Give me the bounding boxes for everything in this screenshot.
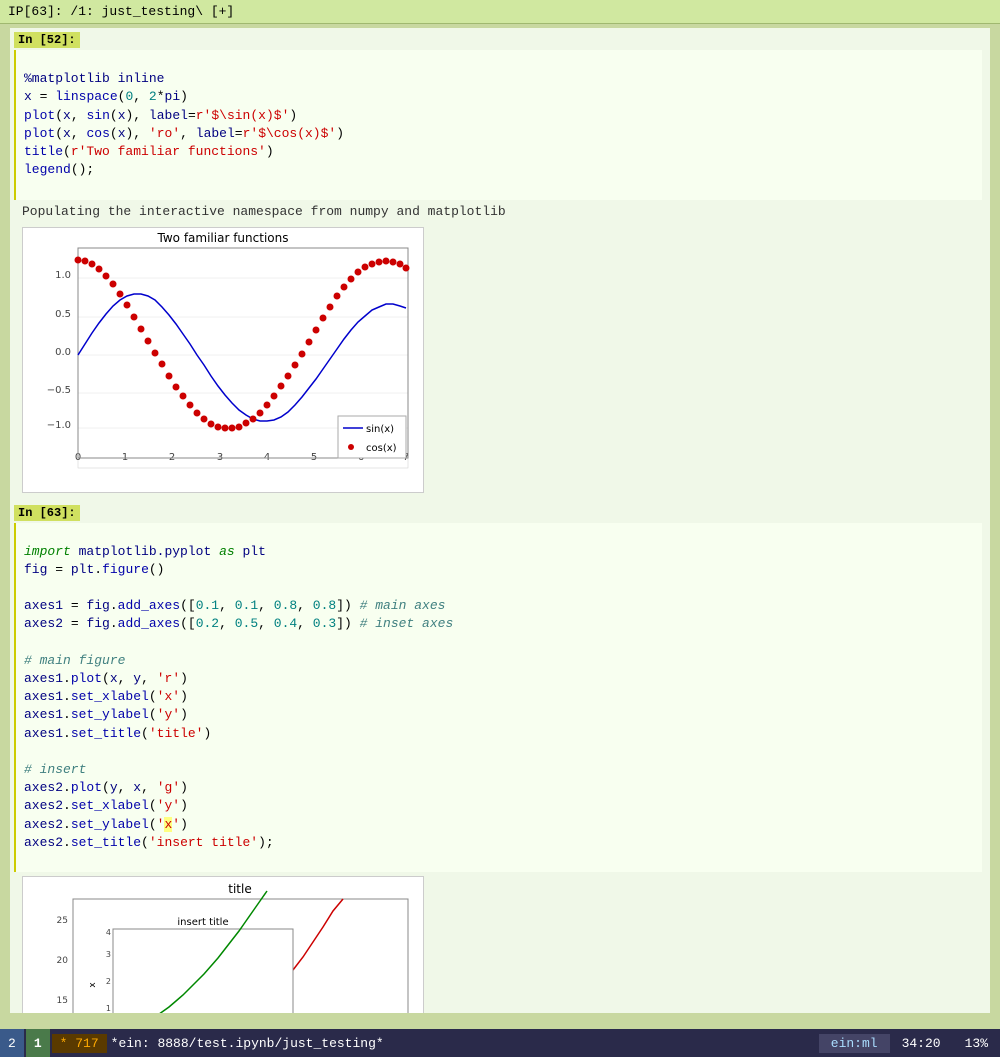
plot2-inset-title: insert title [177, 917, 228, 928]
plot2-main-title: title [228, 882, 251, 896]
svg-text:x: x [88, 982, 98, 988]
status-modified-star: * [60, 1036, 76, 1051]
title-text: IP[63]: /1: just_testing\ [+] [8, 4, 234, 19]
cell-52-output-text: Populating the interactive namespace fro… [22, 204, 506, 219]
svg-text:1: 1 [106, 1004, 111, 1013]
svg-text:0.5: 0.5 [55, 309, 71, 320]
status-percent: 13% [953, 1034, 1000, 1053]
status-position: 34:20 [890, 1034, 953, 1053]
status-filename: *ein: 8888/test.ipynb/just_testing* [111, 1036, 819, 1051]
svg-text:−0.5: −0.5 [47, 385, 71, 396]
svg-text:−1.0: −1.0 [47, 420, 71, 431]
plot2-container: title y x 0 5 10 15 20 25 0 1 2 3 4 5 [22, 876, 424, 1013]
title-bar: IP[63]: /1: just_testing\ [+] [0, 0, 1000, 24]
cell-52: In [52]: %matplotlib inline x = linspace… [10, 28, 990, 501]
status-cell-num: 1 [26, 1029, 50, 1057]
svg-text:20: 20 [57, 956, 69, 966]
plot1-svg: Two familiar functions −1.0 −0.5 0.0 0.5… [23, 228, 423, 488]
plot1-title: Two familiar functions [157, 231, 289, 245]
cell-63-label[interactable]: In [63]: [14, 505, 80, 521]
legend-cos-label: cos(x) [366, 443, 397, 454]
svg-text:0.0: 0.0 [55, 347, 71, 358]
cell-52-output: Populating the interactive namespace fro… [14, 200, 982, 223]
svg-text:15: 15 [57, 996, 68, 1006]
svg-text:2: 2 [106, 977, 111, 986]
plot2-svg: title y x 0 5 10 15 20 25 0 1 2 3 4 5 [23, 877, 423, 1013]
cell-63-code[interactable]: import matplotlib.pyplot as plt fig = pl… [14, 523, 982, 873]
cell-63: In [63]: import matplotlib.pyplot as plt… [10, 501, 990, 1014]
plot1-container: Two familiar functions −1.0 −0.5 0.0 0.5… [22, 227, 424, 493]
status-cell-num-2: 2 [0, 1029, 24, 1057]
svg-text:1.0: 1.0 [55, 270, 71, 281]
cell-52-code[interactable]: %matplotlib inline x = linspace(0, 2*pi)… [14, 50, 982, 200]
svg-text:25: 25 [57, 916, 68, 926]
legend-sin-label: sin(x) [366, 424, 394, 435]
cell-52-label[interactable]: In [52]: [14, 32, 80, 48]
status-mode: ein:ml [819, 1034, 890, 1053]
inset-axes [113, 929, 293, 1013]
svg-text:4: 4 [106, 928, 111, 937]
status-bar: 2 1 * 717 *ein: 8888/test.ipynb/just_tes… [0, 1029, 1000, 1057]
status-modified: * 717 [52, 1034, 107, 1053]
svg-text:3: 3 [106, 950, 111, 959]
notebook: In [52]: %matplotlib inline x = linspace… [10, 28, 990, 1013]
status-linecount: 717 [75, 1036, 98, 1051]
